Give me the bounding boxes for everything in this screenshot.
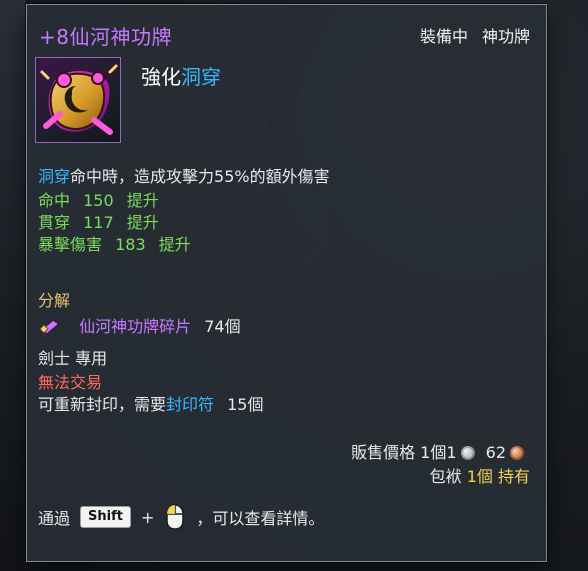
fragment-name: 仙河神功牌碎片 (79, 317, 192, 336)
stat-value: 117 (83, 213, 114, 232)
decompose-label: 分解 (38, 291, 71, 310)
inventory-label: 包袱 (429, 467, 462, 486)
reseal-line: 可重新封印，需要封印符 15個 (38, 391, 264, 415)
hint-plus: + (140, 507, 155, 527)
stat-name: 暴擊傷害 (38, 235, 103, 254)
stat-name: 貫穿 (38, 213, 71, 232)
stat-value: 183 (115, 235, 146, 254)
stat-suffix: 提升 (126, 213, 159, 232)
stat-line-3: 暴擊傷害 183 提升 (38, 231, 191, 255)
effect-text: 命中時，造成攻擊力55%的額外傷害 (70, 167, 330, 186)
silver-coin-icon (460, 446, 475, 460)
item-icon-frame (35, 57, 121, 143)
sell-label: 販售價格 (351, 443, 416, 462)
mouse-icon (166, 504, 185, 530)
stat-suffix: 提升 (126, 191, 159, 210)
stat-value: 150 (83, 191, 114, 210)
inventory-line: 包袱 1個 持有 (430, 463, 530, 487)
category-label: 神功牌 (481, 27, 530, 46)
stat-line-2: 貫穿 117 提升 (38, 209, 159, 233)
class-only: 劍士 專用 (38, 349, 108, 368)
stat-suffix: 提升 (158, 235, 191, 254)
sell-count: 1個 (420, 443, 447, 462)
reseal-prefix: 可重新封印，需要 (38, 395, 167, 414)
fragment-icon (38, 317, 62, 335)
enhancement-header: 強化洞穿 (141, 61, 221, 90)
enhancement-highlight: 洞穿 (181, 65, 221, 89)
no-trade: 無法交易 (38, 373, 103, 392)
sell-price-line: 販售價格 1個1 62 (351, 439, 530, 463)
left-hud-strip (0, 0, 26, 571)
effect-trigger: 洞穿 (38, 167, 71, 186)
reseal-count: 15個 (227, 395, 264, 414)
item-tooltip: +8仙河神功牌 裝備中 神功牌 強化洞穿 洞穿命中時，造成攻擊力55%的額外傷害… (26, 4, 547, 562)
hint-prefix: 通過 (38, 509, 71, 528)
decompose-item: 仙河神功牌碎片 74個 (38, 313, 241, 337)
copper-coin-icon (510, 446, 524, 460)
shift-key: Shift (80, 506, 131, 528)
inventory-count: 1個 (466, 467, 493, 486)
inventory-status: 持有 (497, 467, 530, 486)
talisman-icon (40, 64, 118, 135)
reseal-item: 封印符 (166, 395, 215, 414)
stat-line-1: 命中 150 提升 (38, 187, 159, 211)
item-title: +8仙河神功牌 (39, 25, 172, 49)
hint-suffix: ，可以查看詳情。 (196, 509, 325, 528)
stat-name: 命中 (38, 191, 71, 210)
equipped-label: 裝備中 (419, 27, 468, 46)
enhancement-prefix: 強化 (141, 65, 181, 89)
copper-amount: 62 (485, 443, 506, 462)
effect-line: 洞穿命中時，造成攻擊力55%的額外傷害 (38, 163, 330, 187)
fragment-count: 74個 (204, 317, 241, 336)
equip-status: 裝備中 神功牌 (420, 23, 530, 47)
silver-amount: 1 (446, 443, 457, 462)
details-hint: 通過 Shift + ，可以查看詳情。 (38, 503, 324, 531)
